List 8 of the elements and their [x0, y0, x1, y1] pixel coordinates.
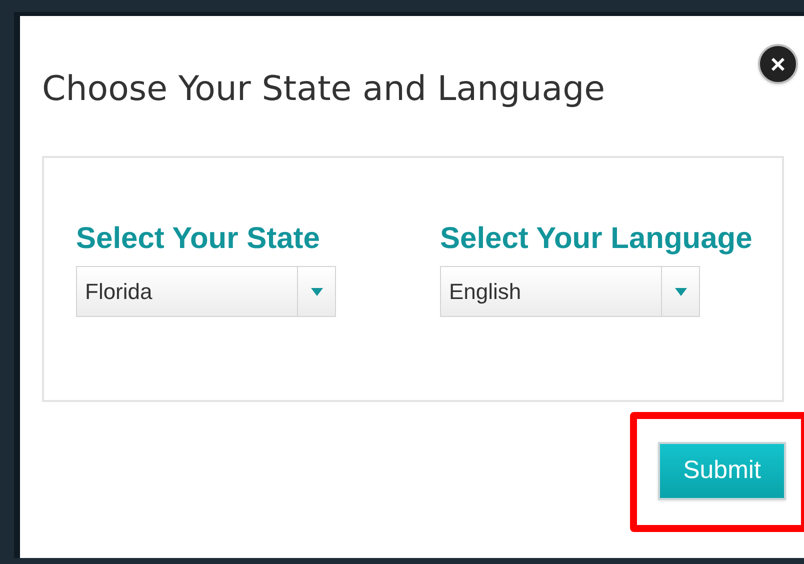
dropdown[interactable]: Florida	[76, 266, 336, 317]
field-label: Select Your State	[76, 224, 321, 254]
dialog-title: Choose Your State and Language	[42, 72, 606, 106]
dropdown[interactable]: English	[440, 266, 700, 317]
caret-icon	[674, 288, 686, 296]
caret-icon	[310, 288, 322, 296]
close-button[interactable]: ×	[758, 44, 798, 84]
field-label: Select Your Language	[440, 224, 752, 254]
